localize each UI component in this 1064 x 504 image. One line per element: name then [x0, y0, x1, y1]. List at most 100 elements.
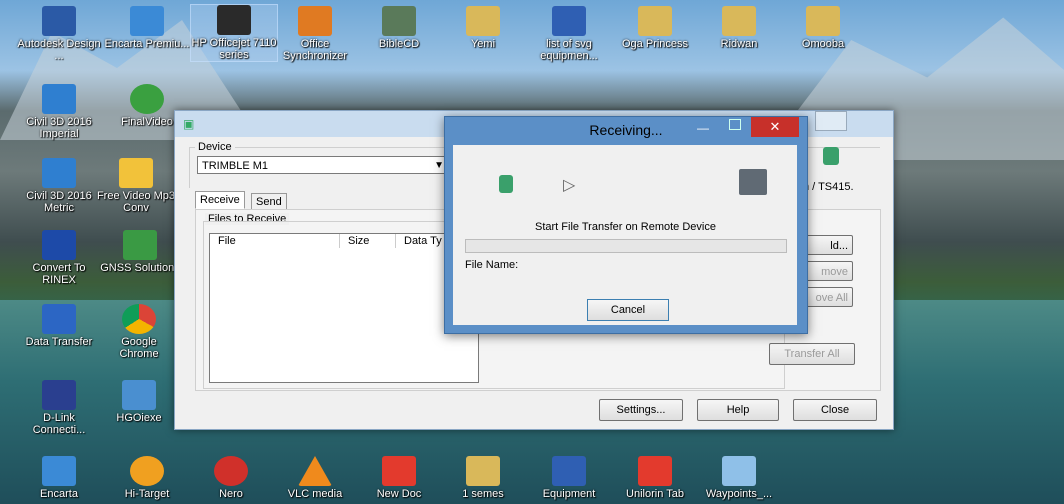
desktop-icon-civil3d-imperial[interactable]: Civil 3D 2016 Imperial	[16, 84, 102, 140]
computer-icon	[739, 169, 767, 195]
close-dialog-button[interactable]: Close	[793, 399, 877, 421]
desktop-icon-gnss-solutions[interactable]: GNSS Solutions	[100, 230, 180, 274]
icon-label: HP Officejet 7110 series	[191, 37, 277, 61]
help-button[interactable]: Help	[697, 399, 779, 421]
desktop-icon-equipment[interactable]: Equipment	[526, 456, 612, 500]
waypoints-icon	[722, 456, 756, 486]
progress-bar	[465, 239, 787, 253]
icon-label: Encarta	[40, 488, 78, 500]
close-button[interactable]	[849, 111, 893, 129]
receiving-dialog: Receiving... — ✕ ▷ Start File Transfer o…	[444, 116, 808, 334]
folder-icon	[466, 456, 500, 486]
icon-label: Waypoints_...	[705, 488, 773, 500]
desktop-icon-encarta[interactable]: Encarta	[16, 456, 102, 500]
icon-label: Free Video Mp3 Conv	[96, 190, 176, 214]
rinex-icon	[42, 230, 76, 260]
desktop-icon-new-doc[interactable]: New Doc	[356, 456, 442, 500]
icon-label: Nero	[219, 488, 243, 500]
icon-label: 1 semes	[462, 488, 504, 500]
icon-label: BibleCD	[378, 38, 420, 50]
desktop-icon-convert-to-rinex[interactable]: Convert To RINEX	[16, 230, 102, 286]
vlc-icon	[298, 456, 332, 486]
file-list[interactable]: File Size Data Ty	[209, 233, 479, 383]
icon-label: Hi-Target	[124, 488, 170, 500]
column-header-file[interactable]: File	[210, 234, 340, 248]
printer-icon	[217, 5, 251, 35]
settings-button[interactable]: Settings...	[599, 399, 683, 421]
desktop-icon-dlink[interactable]: D-Link Connecti...	[16, 380, 102, 436]
desktop-icon-list-of-svg[interactable]: list of svg equipmen...	[526, 6, 612, 62]
desktop-icon-encarta-premium[interactable]: Encarta Premiu...	[104, 6, 190, 50]
icon-label: Autodesk Design ...	[17, 38, 101, 62]
office-sync-icon	[298, 6, 332, 36]
column-header-size[interactable]: Size	[340, 234, 396, 248]
desktop-icon-nero[interactable]: Nero	[188, 456, 274, 500]
total-station-icon	[823, 147, 839, 165]
civil3d-icon	[42, 158, 76, 188]
desktop-icon-free-video-mp3[interactable]: Free Video Mp3 Conv	[96, 158, 176, 214]
data-transfer-icon	[42, 304, 76, 334]
device-value: TRIMBLE M1	[202, 160, 269, 172]
icon-label: GNSS Solutions	[100, 262, 180, 274]
desktop-icon-autodesk[interactable]: Autodesk Design ...	[16, 6, 102, 62]
desktop-icon-yemi[interactable]: Yemi	[440, 6, 526, 50]
desktop-icon-office-sync[interactable]: Office Synchronizer	[272, 6, 358, 62]
hgo-icon	[122, 380, 156, 410]
icon-label: HGOiexe	[116, 412, 162, 424]
folder-icon	[466, 6, 500, 36]
instrument-label: n / TS415.	[803, 181, 854, 193]
chevron-down-icon: ▼	[434, 160, 444, 171]
device-dropdown[interactable]: TRIMBLE M1 ▼	[197, 156, 447, 174]
download-icon	[130, 84, 164, 114]
app-icon: ▣	[183, 117, 195, 131]
desktop-icon-data-transfer[interactable]: Data Transfer	[16, 304, 102, 348]
icon-label: Equipment	[542, 488, 596, 500]
desktop-icon-omooba[interactable]: Omooba	[780, 6, 866, 50]
desktop-icon-hp-officejet[interactable]: HP Officejet 7110 series	[190, 4, 278, 62]
word-doc-icon	[552, 456, 586, 486]
device-label: Device	[195, 141, 235, 153]
desktop-icon-hgoiexe[interactable]: HGOiexe	[104, 380, 174, 424]
desktop-icon-civil3d-metric[interactable]: Civil 3D 2016 Metric	[16, 158, 102, 214]
cancel-button[interactable]: Cancel	[587, 299, 669, 321]
minimize-button[interactable]	[815, 111, 847, 131]
icon-label: Yemi	[470, 38, 496, 50]
close-icon[interactable]: ✕	[751, 117, 799, 137]
icon-label: Convert To RINEX	[32, 262, 86, 286]
folder-icon	[722, 6, 756, 36]
desktop-icon-oga-princess[interactable]: Oga Princess	[612, 6, 698, 50]
desktop-icon-1-semes[interactable]: 1 semes	[440, 456, 526, 500]
icon-label: Data Transfer	[25, 336, 93, 348]
icon-label: Encarta Premiu...	[104, 38, 190, 50]
chrome-icon	[122, 304, 156, 334]
civil3d-icon	[42, 84, 76, 114]
desktop-icon-hi-target[interactable]: Hi-Target	[104, 456, 190, 500]
receiving-body: ▷ Start File Transfer on Remote Device F…	[453, 145, 797, 325]
desktop-icon-biblecd[interactable]: BibleCD	[356, 6, 442, 50]
minimize-icon[interactable]: —	[697, 121, 709, 135]
tab-receive[interactable]: Receive	[195, 191, 245, 209]
autodesk-icon	[42, 6, 76, 36]
icon-label: Ridwan	[720, 38, 758, 50]
folder-icon	[638, 6, 672, 36]
desktop-icon-unilorin-tab[interactable]: Unilorin Tab	[612, 456, 698, 500]
desktop-icon-google-chrome[interactable]: Google Chrome	[104, 304, 174, 360]
total-station-icon	[499, 175, 513, 193]
desktop-icon-vlc[interactable]: VLC media	[272, 456, 358, 500]
maximize-icon[interactable]	[729, 119, 741, 130]
desktop-icon-ridwan[interactable]: Ridwan	[696, 6, 782, 50]
icon-label: Oga Princess	[621, 38, 689, 50]
transfer-all-button[interactable]: Transfer All	[769, 343, 855, 365]
transfer-arrow-icon: ▷	[563, 177, 576, 194]
icon-label: Google Chrome	[119, 336, 159, 360]
icon-label: Unilorin Tab	[626, 488, 684, 500]
pdf-icon	[638, 456, 672, 486]
icon-label: Civil 3D 2016 Metric	[26, 190, 92, 214]
pdf-icon	[382, 456, 416, 486]
converter-icon	[119, 158, 153, 188]
desktop-icon-waypoints[interactable]: Waypoints_...	[696, 456, 782, 500]
encarta-icon	[42, 456, 76, 486]
receiving-titlebar[interactable]: Receiving... — ✕	[445, 117, 807, 143]
hi-target-icon	[130, 456, 164, 486]
gnss-icon	[123, 230, 157, 260]
